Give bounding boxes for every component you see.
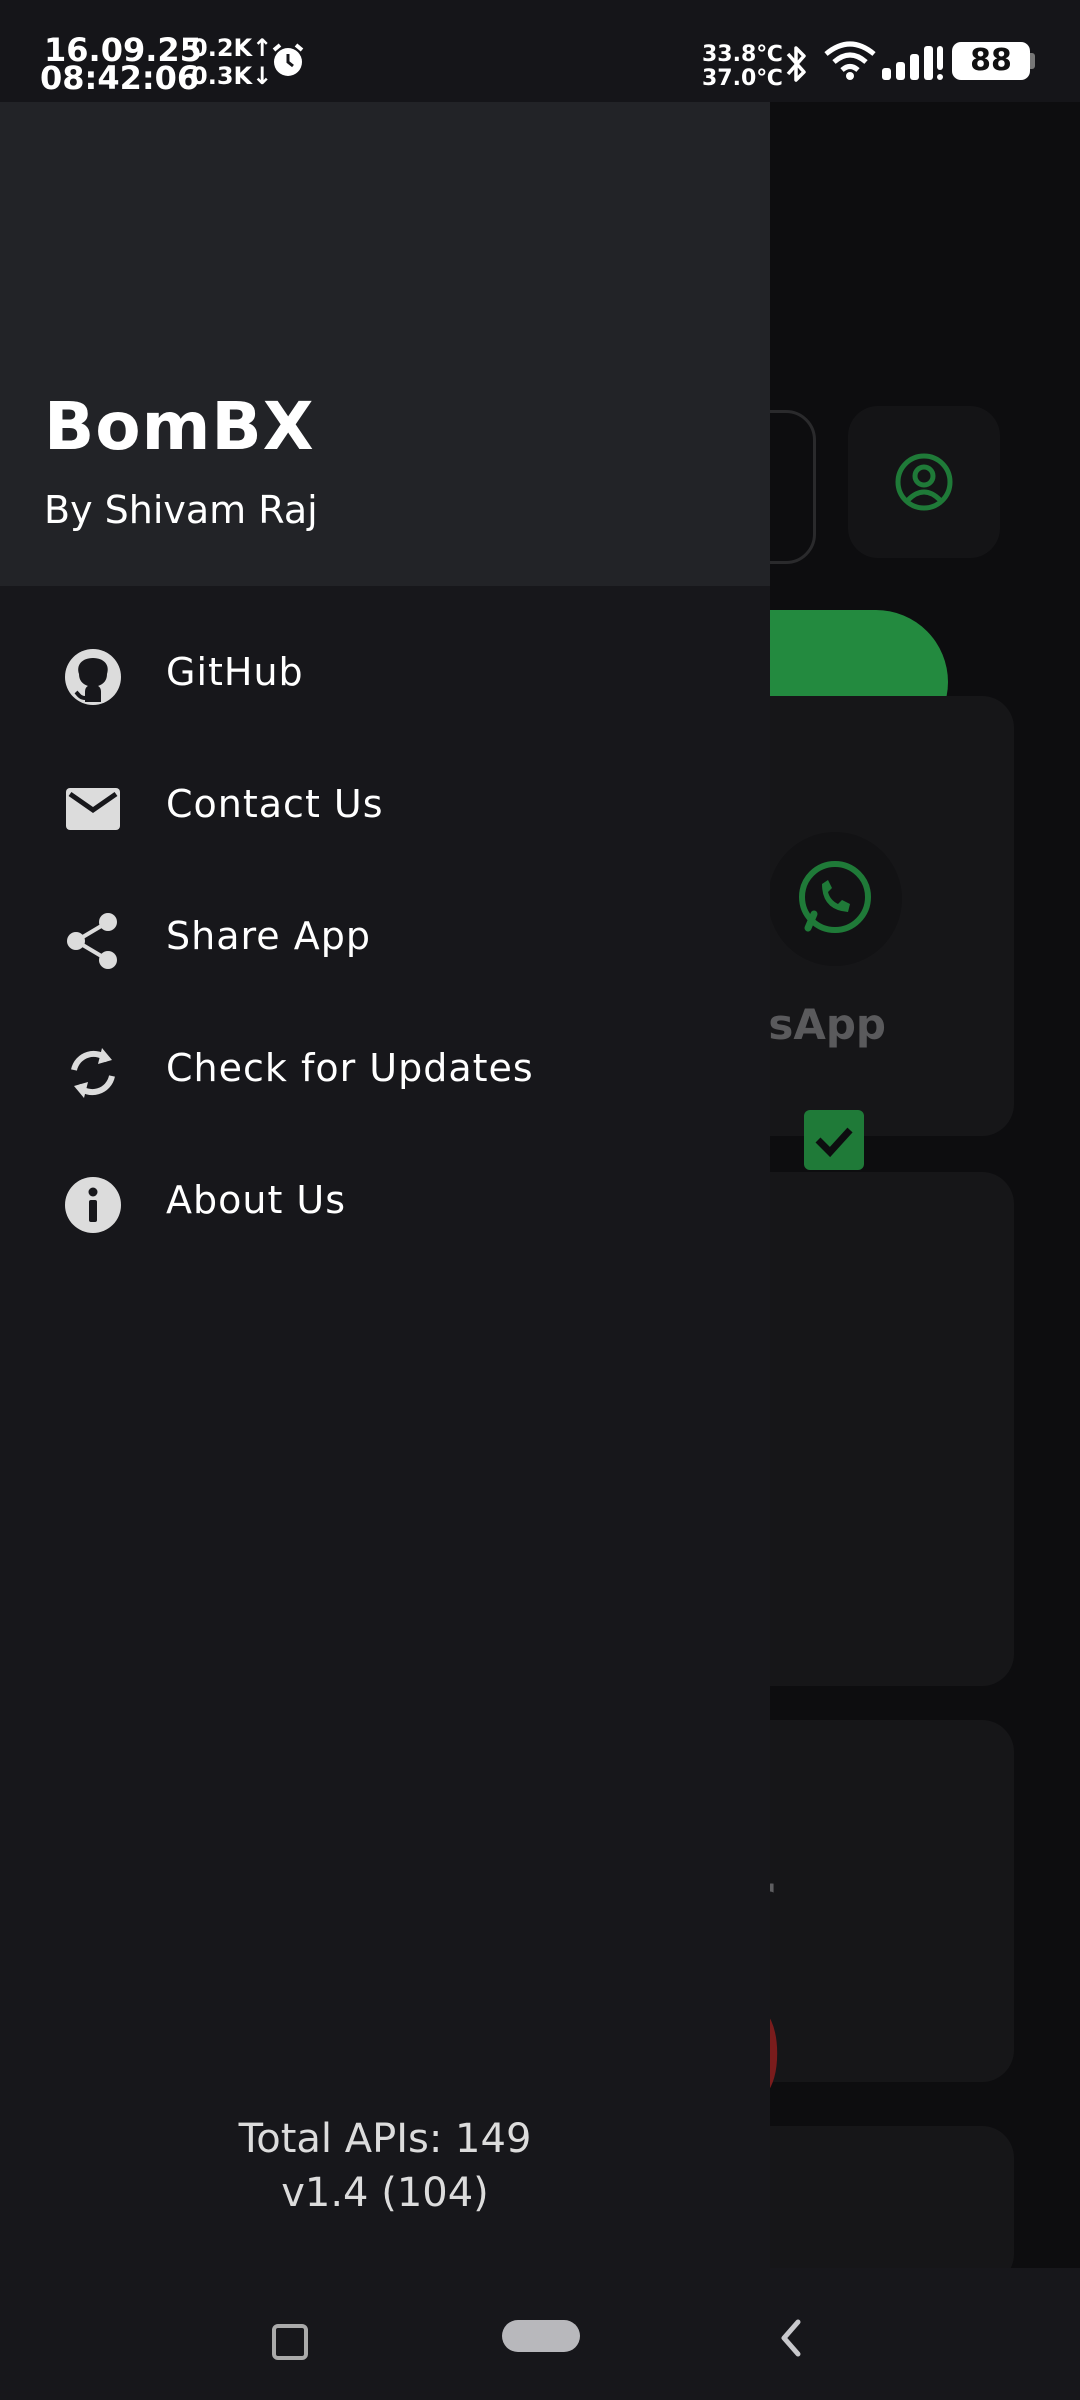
whatsapp-checkbox — [804, 1110, 864, 1170]
wifi-icon — [824, 40, 876, 84]
upload-speed: 0.2K↑ — [191, 34, 273, 62]
github-icon — [62, 646, 124, 708]
system-navigation-bar — [0, 2268, 1080, 2400]
battery-indicator: 88 — [952, 42, 1030, 80]
menu-label-share-app: Share App — [166, 914, 371, 958]
profile-icon — [892, 450, 956, 518]
menu-label-check-updates: Check for Updates — [166, 1046, 534, 1090]
menu-item-about-us[interactable]: About Us — [0, 1144, 770, 1264]
temperature-1: 33.8℃ — [702, 42, 783, 67]
menu-item-github[interactable]: GitHub — [0, 616, 770, 736]
temperature-2: 37.0℃ — [702, 66, 783, 91]
back-button[interactable] — [774, 2316, 810, 2364]
bluetooth-icon — [780, 44, 812, 88]
app-version: v1.4 (104) — [281, 2170, 489, 2216]
whatsapp-icon — [792, 856, 878, 946]
status-time: 08:42:06 — [40, 59, 200, 97]
download-speed: 0.3K↓ — [191, 62, 273, 90]
menu-label-github: GitHub — [166, 650, 304, 694]
app-author: By Shivam Raj — [44, 488, 318, 532]
menu-label-contact-us: Contact Us — [166, 782, 384, 826]
menu-label-about-us: About Us — [166, 1178, 347, 1222]
home-button[interactable] — [502, 2320, 580, 2352]
share-icon — [62, 910, 124, 972]
alarm-icon — [268, 40, 308, 84]
menu-item-check-updates[interactable]: Check for Updates — [0, 1012, 770, 1132]
battery-tip — [1030, 53, 1035, 69]
status-bar: 16.09.25 08:42:06 0.2K↑ 0.3K↓ 33.8℃ 37.0… — [0, 0, 1080, 102]
navigation-drawer: BomBX By Shivam Raj GitHub Contact Us Sh… — [0, 102, 770, 2268]
total-apis-count: Total APIs: 149 — [238, 2116, 532, 2162]
refresh-icon — [62, 1042, 124, 1104]
mail-icon — [62, 778, 124, 840]
menu-item-share-app[interactable]: Share App — [0, 880, 770, 1000]
drawer-header: BomBX By Shivam Raj — [0, 102, 770, 586]
recents-button[interactable] — [272, 2324, 308, 2360]
info-icon — [62, 1174, 124, 1236]
signal-icon — [880, 42, 946, 86]
app-title: BomBX — [44, 388, 315, 465]
menu-item-contact-us[interactable]: Contact Us — [0, 748, 770, 868]
